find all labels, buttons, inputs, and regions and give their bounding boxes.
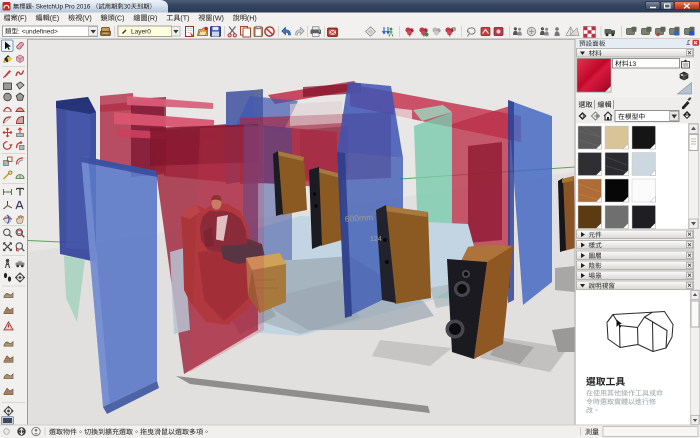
- svg-text:- SketchUp Pro 2016: - SketchUp Pro 2016: [32, 4, 91, 11]
- svg-text:(E): (E): [50, 14, 59, 22]
- svg-text:124: 124: [370, 236, 382, 243]
- svg-text:(V): (V): [82, 14, 91, 22]
- svg-text:: <undefined>: : <undefined>: [18, 29, 58, 36]
- svg-text:(H): (H): [247, 14, 257, 22]
- svg-text:(W): (W): [212, 14, 223, 22]
- svg-text:(F): (F): [18, 14, 27, 22]
- svg-text:(R): (R): [148, 14, 158, 22]
- svg-text:Layer0: Layer0: [131, 29, 151, 36]
- svg-text:(T): (T): [180, 14, 189, 22]
- svg-text:13: 13: [629, 61, 637, 68]
- svg-text:600mm: 600mm: [344, 212, 373, 224]
- svg-text:(C): (C): [115, 14, 125, 22]
